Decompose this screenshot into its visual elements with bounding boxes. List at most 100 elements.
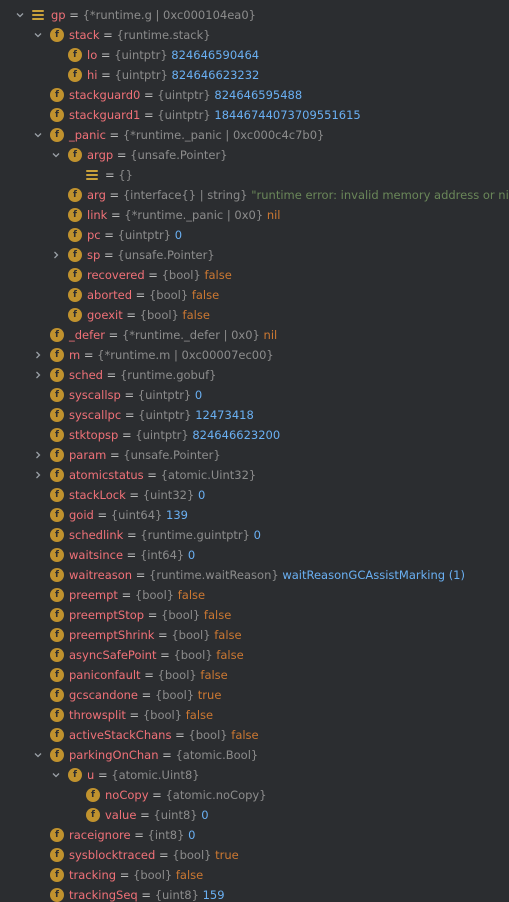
row-text: argp = {unsafe.Pointer} bbox=[87, 145, 228, 165]
tree-row-stack[interactable]: f stack = {runtime.stack} bbox=[0, 25, 509, 45]
tree-row-atomicstatus[interactable]: f atomicstatus = {atomic.Uint32} bbox=[0, 465, 509, 485]
tree-row-waitreason[interactable]: f waitreason = {runtime.waitReason} waitR… bbox=[0, 565, 509, 585]
var-name: hi bbox=[87, 68, 98, 82]
var-name: _panic bbox=[69, 128, 106, 142]
equals-sign: = bbox=[105, 188, 123, 202]
tree-row-tracking[interactable]: f tracking = {bool} false bbox=[0, 865, 509, 885]
var-name: recovered bbox=[87, 268, 145, 282]
var-type: {runtime.gobuf} bbox=[119, 368, 217, 382]
tree-row-argp[interactable]: f argp = {unsafe.Pointer} bbox=[0, 145, 509, 165]
equals-sign: = bbox=[99, 28, 117, 42]
equals-sign: = bbox=[171, 728, 189, 742]
equals-sign: = bbox=[105, 168, 119, 182]
tree-row-pc[interactable]: f pc = {uintptr} 0 bbox=[0, 225, 509, 245]
tree-row-recovered[interactable]: f recovered = {bool} false bbox=[0, 265, 509, 285]
var-type: {uintptr} bbox=[114, 48, 168, 62]
tree-row-goexit[interactable]: f goexit = {bool} false bbox=[0, 305, 509, 325]
var-name: throwsplit bbox=[69, 708, 126, 722]
var-name: pc bbox=[87, 228, 101, 242]
tree-row-trackingSeq[interactable]: f trackingSeq = {uint8} 159 bbox=[0, 885, 509, 902]
var-type: {bool} bbox=[142, 708, 183, 722]
tree-row-m[interactable]: fm = {*runtime.m | 0xc00007ec00} bbox=[0, 345, 509, 365]
var-type: {bool} bbox=[154, 688, 195, 702]
var-type: {} bbox=[118, 168, 133, 182]
tree-row-stackguard1[interactable]: f stackguard1 = {uintptr} 184467440737095… bbox=[0, 105, 509, 125]
tree-row-syscallsp[interactable]: f syscallsp = {uintptr} 0 bbox=[0, 385, 509, 405]
tree-row-sysblocktraced[interactable]: f sysblocktraced = {bool} true bbox=[0, 845, 509, 865]
tree-row-preemptStop[interactable]: f preemptStop = {bool} false bbox=[0, 605, 509, 625]
equals-sign: = bbox=[137, 888, 155, 902]
tree-row-throwsplit[interactable]: f throwsplit = {bool} false bbox=[0, 705, 509, 725]
tree-row-paniconfault[interactable]: f paniconfault = {bool} false bbox=[0, 665, 509, 685]
tree-row-lo[interactable]: f lo = {uintptr} 824646590464 bbox=[0, 45, 509, 65]
var-value: 18446744073709551615 bbox=[214, 108, 361, 122]
row-text: arg = {interface{} | string} "runtime er… bbox=[87, 185, 509, 205]
var-value: false bbox=[200, 668, 228, 682]
field-icon: f bbox=[50, 28, 64, 42]
chevron-right-icon[interactable] bbox=[32, 445, 44, 465]
field-icon: f bbox=[68, 308, 82, 322]
tree-row-schedlink[interactable]: f schedlink = {runtime.guintptr} 0 bbox=[0, 525, 509, 545]
tree-row-goid[interactable]: f goid = {uint64} 139 bbox=[0, 505, 509, 525]
field-icon: f bbox=[50, 388, 64, 402]
equals-sign: = bbox=[116, 868, 134, 882]
var-value: 824646590464 bbox=[171, 48, 260, 62]
chevron-right-icon[interactable] bbox=[32, 465, 44, 485]
tree-row-hi[interactable]: f hi = {uintptr} 824646623232 bbox=[0, 65, 509, 85]
field-icon: f bbox=[50, 708, 64, 722]
field-icon: f bbox=[50, 848, 64, 862]
tree-row-defer[interactable]: f _defer = {*runtime._defer | 0x0} nil bbox=[0, 325, 509, 345]
tree-row-argp-elem[interactable]: = {} bbox=[0, 165, 509, 185]
tree-row-gp[interactable]: gp = {*runtime.g | 0xc000104ea0} bbox=[0, 5, 509, 25]
field-icon: f bbox=[86, 788, 100, 802]
row-text: link = {*runtime._panic | 0x0} nil bbox=[87, 205, 281, 225]
tree-row-asyncSafePoint[interactable]: f asyncSafePoint = {bool} false bbox=[0, 645, 509, 665]
equals-sign: = bbox=[97, 68, 115, 82]
tree-row-sched[interactable]: f sched = {runtime.gobuf} bbox=[0, 365, 509, 385]
equals-sign: = bbox=[132, 288, 149, 302]
chevron-down-icon[interactable] bbox=[32, 745, 44, 765]
tree-row-panic[interactable]: f _panic = {*runtime._panic | 0xc000c4c7b… bbox=[0, 125, 509, 145]
tree-row-activeStackChans[interactable]: f activeStackChans = {bool} false bbox=[0, 725, 509, 745]
chevron-right-icon[interactable] bbox=[32, 365, 44, 385]
tree-row-u[interactable]: f u = {atomic.Uint8} bbox=[0, 765, 509, 785]
row-text: aborted = {bool} false bbox=[87, 285, 219, 305]
equals-sign: = bbox=[125, 708, 143, 722]
tree-row-arg[interactable]: f arg = {interface{} | string} "runtime e… bbox=[0, 185, 509, 205]
var-value: false bbox=[185, 708, 214, 722]
tree-row-preempt[interactable]: f preempt = {bool} false bbox=[0, 585, 509, 605]
tree-row-param[interactable]: f param = {unsafe.Pointer} bbox=[0, 445, 509, 465]
chevron-down-icon[interactable] bbox=[50, 145, 62, 165]
tree-row-syscallpc[interactable]: f syscallpc = {uintptr} 12473418 bbox=[0, 405, 509, 425]
tree-row-aborted[interactable]: f aborted = {bool} false bbox=[0, 285, 509, 305]
field-icon: f bbox=[50, 608, 64, 622]
tree-row-waitsince[interactable]: f waitsince = {int64} 0 bbox=[0, 545, 509, 565]
chevron-down-icon[interactable] bbox=[32, 125, 44, 145]
tree-row-stackguard0[interactable]: f stackguard0 = {uintptr} 824646595488 bbox=[0, 85, 509, 105]
chevron-right-icon[interactable] bbox=[50, 245, 62, 265]
tree-row-value[interactable]: f value = {uint8} 0 bbox=[0, 805, 509, 825]
tree-row-stackLock[interactable]: f stackLock = {uint32} 0 bbox=[0, 485, 509, 505]
var-type: {bool} bbox=[188, 728, 228, 742]
row-text: _defer = {*runtime._defer | 0x0} nil bbox=[69, 325, 277, 345]
var-name: sched bbox=[69, 368, 103, 382]
tree-row-raceignore[interactable]: f raceignore = {int8} 0 bbox=[0, 825, 509, 845]
var-value: 0 bbox=[188, 828, 196, 842]
var-value: false bbox=[203, 608, 232, 622]
var-value: 824646595488 bbox=[214, 88, 303, 102]
chevron-down-icon[interactable] bbox=[50, 765, 62, 785]
tree-row-preemptShrink[interactable]: f preemptShrink = {bool} false bbox=[0, 625, 509, 645]
chevron-right-icon[interactable] bbox=[32, 345, 44, 365]
tree-row-noCopy[interactable]: f noCopy = {atomic.noCopy} bbox=[0, 785, 509, 805]
var-name: asyncSafePoint bbox=[69, 648, 157, 662]
tree-row-link[interactable]: f link = {*runtime._panic | 0x0} nil bbox=[0, 205, 509, 225]
tree-row-sp[interactable]: f sp = {unsafe.Pointer} bbox=[0, 245, 509, 265]
chevron-down-icon[interactable] bbox=[32, 25, 44, 45]
row-text: stackguard1 = {uintptr} 1844674407370955… bbox=[69, 105, 361, 125]
var-name: sysblocktraced bbox=[69, 848, 156, 862]
field-icon: f bbox=[50, 728, 64, 742]
chevron-down-icon[interactable] bbox=[14, 5, 26, 25]
tree-row-parkingOnChan[interactable]: f parkingOnChan = {atomic.Bool} bbox=[0, 745, 509, 765]
tree-row-gcscandone[interactable]: f gcscandone = {bool} true bbox=[0, 685, 509, 705]
tree-row-stktopsp[interactable]: f stktopsp = {uintptr} 824646623200 bbox=[0, 425, 509, 445]
